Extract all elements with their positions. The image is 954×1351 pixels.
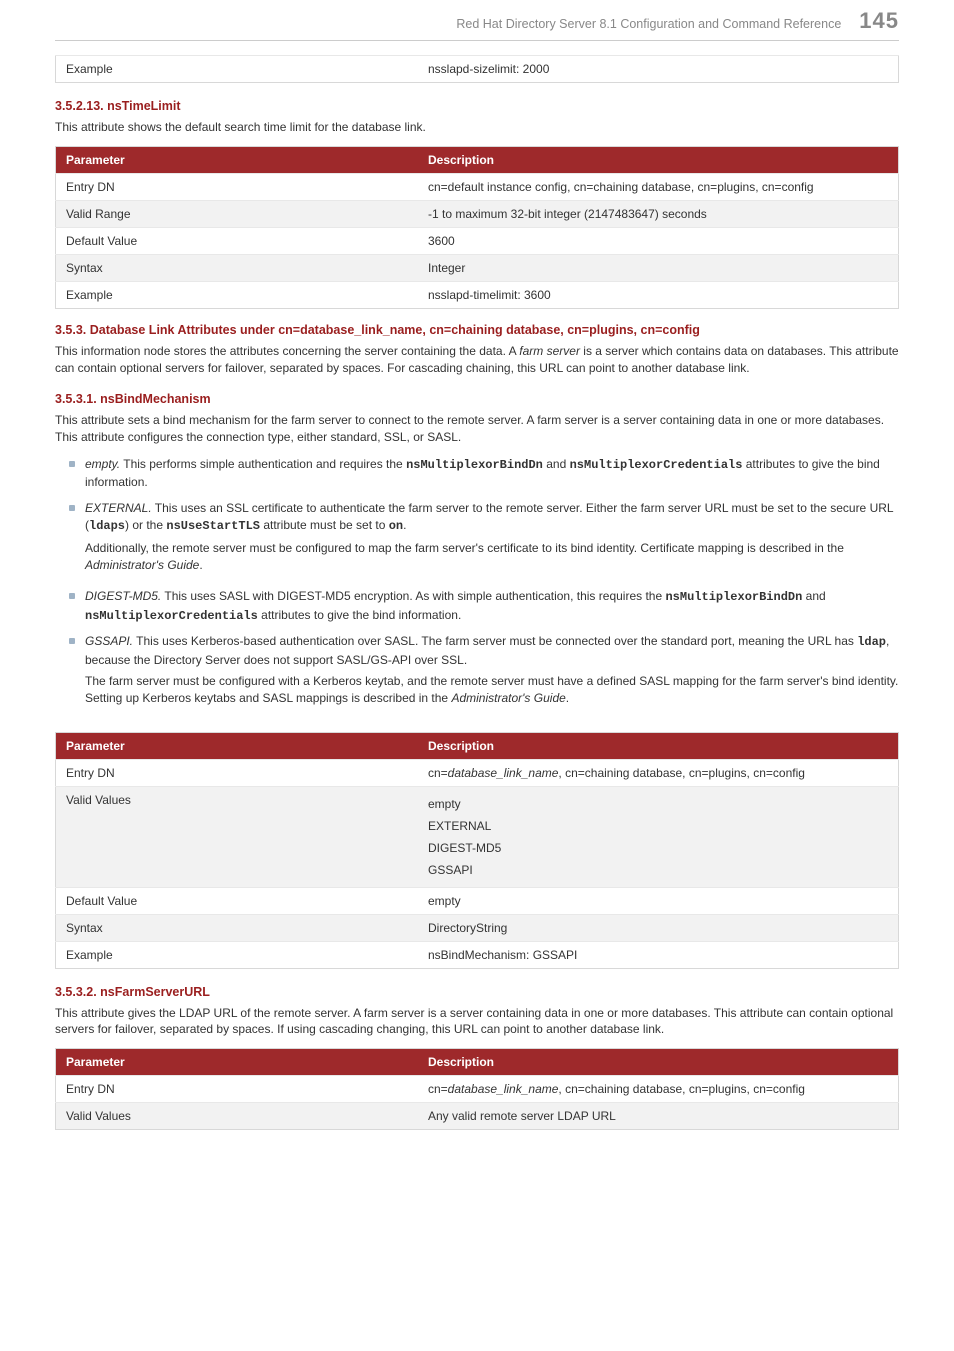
th-desc: Description xyxy=(418,732,899,759)
table-row: Valid Range-1 to maximum 32-bit integer … xyxy=(56,200,899,227)
list-item: EXTERNAL. This uses an SSL certificate t… xyxy=(73,500,899,589)
table-row: Default Value3600 xyxy=(56,227,899,254)
th-param: Parameter xyxy=(56,1049,418,1076)
th-desc: Description xyxy=(418,1049,899,1076)
intro-nstimelimit: This attribute shows the default search … xyxy=(55,119,899,136)
th-param: Parameter xyxy=(56,146,418,173)
intro-nsfarmserverurl: This attribute gives the LDAP URL of the… xyxy=(55,1005,899,1039)
cell-desc: nsslapd-sizelimit: 2000 xyxy=(418,56,899,83)
table-nsfarmserverurl: Parameter Description Entry DN cn=databa… xyxy=(55,1048,899,1130)
table-row: Example nsslapd-sizelimit: 2000 xyxy=(56,56,899,83)
doc-title: Red Hat Directory Server 8.1 Configurati… xyxy=(456,17,841,31)
heading-nstimelimit: 3.5.2.13. nsTimeLimit xyxy=(55,99,899,113)
body-353: This information node stores the attribu… xyxy=(55,343,899,377)
table-row: Examplensslapd-timelimit: 3600 xyxy=(56,281,899,308)
list-item: GSSAPI. This uses Kerberos-based authent… xyxy=(73,633,899,722)
bullet-extra: Additionally, the remote server must be … xyxy=(85,540,899,575)
table-row: Entry DNcn=default instance config, cn=c… xyxy=(56,173,899,200)
table-row: SyntaxDirectoryString xyxy=(56,914,899,941)
list-item: DIGEST-MD5. This uses SASL with DIGEST-M… xyxy=(73,588,899,633)
list-item: empty. This performs simple authenticati… xyxy=(73,456,899,500)
table-nsbindmechanism: Parameter Description Entry DN cn=databa… xyxy=(55,732,899,969)
th-param: Parameter xyxy=(56,732,418,759)
bindmech-list: empty. This performs simple authenticati… xyxy=(55,456,899,722)
table-nstimelimit: Parameter Description Entry DNcn=default… xyxy=(55,146,899,309)
table-row: Default Valueempty xyxy=(56,887,899,914)
page-header: Red Hat Directory Server 8.1 Configurati… xyxy=(55,0,899,41)
prev-table-fragment: Example nsslapd-sizelimit: 2000 xyxy=(55,55,899,83)
page-number: 145 xyxy=(859,8,899,34)
th-desc: Description xyxy=(418,146,899,173)
table-row: Entry DN cn=database_link_name, cn=chain… xyxy=(56,1076,899,1103)
table-row: Entry DN cn=database_link_name, cn=chain… xyxy=(56,759,899,786)
table-row: SyntaxInteger xyxy=(56,254,899,281)
table-row: Valid Values empty EXTERNAL DIGEST-MD5 G… xyxy=(56,786,899,887)
table-row: ExamplensBindMechanism: GSSAPI xyxy=(56,941,899,968)
heading-nsbindmechanism: 3.5.3.1. nsBindMechanism xyxy=(55,392,899,406)
bullet-extra: The farm server must be configured with … xyxy=(85,673,899,708)
intro-nsbindmechanism: This attribute sets a bind mechanism for… xyxy=(55,412,899,446)
heading-353: 3.5.3. Database Link Attributes under cn… xyxy=(55,323,899,337)
table-row: Valid Values Any valid remote server LDA… xyxy=(56,1103,899,1130)
heading-nsfarmserverurl: 3.5.3.2. nsFarmServerURL xyxy=(55,985,899,999)
cell-param: Example xyxy=(56,56,418,83)
